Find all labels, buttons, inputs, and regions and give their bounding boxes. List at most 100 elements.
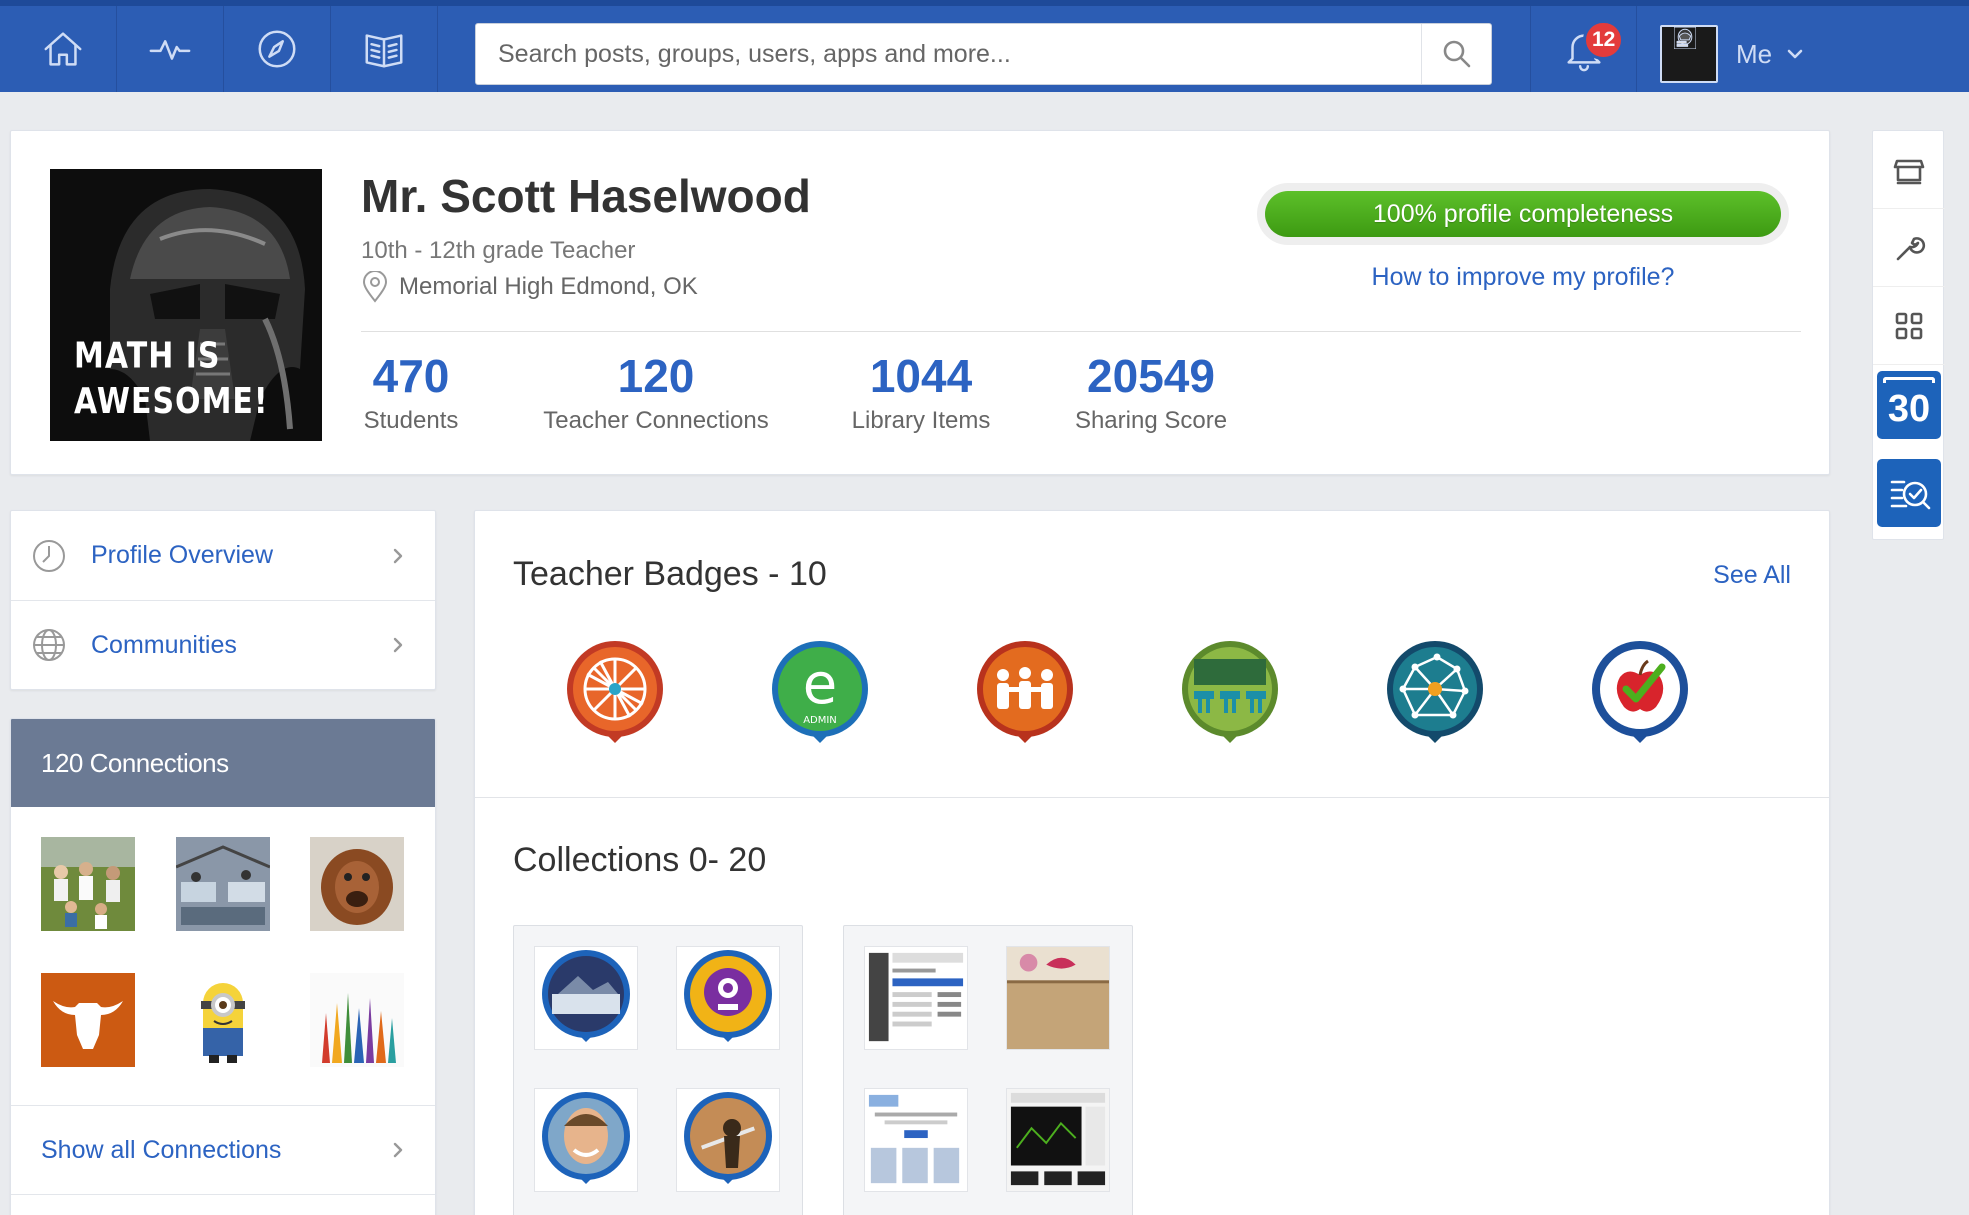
stat-students[interactable]: 470 Students xyxy=(361,349,461,435)
collections-title: Collections 0- 20 xyxy=(513,841,767,879)
profile-card: MATH IS AWESOME! Mr. Scott Haselwood 10t… xyxy=(10,130,1830,475)
admin-badge-text: ADMIN xyxy=(803,715,837,726)
stat-sharing-score[interactable]: 20549 Sharing Score xyxy=(1066,349,1236,435)
picture-caption-line-1: MATH IS xyxy=(74,335,221,378)
profile-divider xyxy=(361,331,1801,332)
profile-location: Memorial High Edmond, OK xyxy=(361,271,698,303)
teacher-badge-classroom-icon[interactable] xyxy=(1180,639,1280,747)
stat-teacher-connections[interactable]: 120 Teacher Connections xyxy=(536,349,776,435)
teacher-badges-label: Teacher Badges xyxy=(513,555,759,593)
library-nav-button[interactable] xyxy=(331,6,438,92)
collection-card[interactable] xyxy=(513,925,803,1215)
picture-caption: MATH IS AWESOME! xyxy=(74,334,269,425)
calendar-day: 30 xyxy=(1887,387,1931,430)
location-text: Memorial High Edmond, OK xyxy=(399,273,698,300)
avatar xyxy=(1660,25,1718,83)
profile-picture[interactable]: MATH IS AWESOME! xyxy=(50,169,322,441)
stat-value: 1044 xyxy=(869,350,973,402)
sidebar-item-label: Profile Overview xyxy=(91,541,273,569)
connection-thumbnail[interactable] xyxy=(41,973,135,1067)
profile-name: Mr. Scott Haselwood xyxy=(361,170,811,222)
stat-value: 470 xyxy=(372,350,450,402)
me-label: Me xyxy=(1736,38,1773,69)
connection-thumbnail[interactable] xyxy=(176,973,270,1067)
library-book-icon xyxy=(365,34,403,68)
stat-label: Students xyxy=(363,407,459,434)
home-nav-button[interactable] xyxy=(10,6,117,92)
see-all-badges-link[interactable]: See All xyxy=(1713,561,1791,590)
store-icon xyxy=(1893,159,1925,184)
collection-card[interactable] xyxy=(843,925,1133,1215)
collection-item[interactable] xyxy=(676,1088,780,1192)
stat-label: Library Items xyxy=(851,407,991,434)
quiz-button[interactable] xyxy=(1877,459,1941,527)
teacher-badge-admin-icon[interactable]: e ADMIN xyxy=(770,639,870,747)
top-nav-bar: 12 Me xyxy=(0,0,1969,92)
collection-item[interactable] xyxy=(1006,1088,1110,1192)
main-content-card: Teacher Badges - 10 See All e ADMIN Coll… xyxy=(474,510,1830,1215)
calendar-icon xyxy=(1883,377,1935,383)
notifications-button[interactable]: 12 xyxy=(1530,6,1637,92)
teacher-badge-people-icon[interactable] xyxy=(975,639,1075,747)
activity-icon xyxy=(149,40,191,60)
connection-thumbnail[interactable] xyxy=(176,837,270,931)
notification-count-badge: 12 xyxy=(1583,20,1625,60)
apps-button[interactable] xyxy=(1873,287,1945,365)
show-all-connections-link[interactable]: Show all Connections xyxy=(11,1105,435,1195)
clock-icon xyxy=(33,539,65,572)
store-button[interactable] xyxy=(1873,131,1945,209)
tool-column: 30 xyxy=(1872,130,1945,540)
teacher-badge-network-icon[interactable] xyxy=(565,639,665,747)
teacher-badges-title: Teacher Badges - 10 xyxy=(513,555,827,594)
stat-label: Sharing Score xyxy=(1074,407,1228,434)
stat-label: Teacher Connections xyxy=(543,407,769,434)
compass-icon xyxy=(258,30,296,68)
teacher-badge-apple-check-icon[interactable] xyxy=(1590,639,1690,747)
search-button[interactable] xyxy=(1421,24,1491,84)
svg-text:e: e xyxy=(803,652,837,717)
search-input[interactable] xyxy=(476,24,1421,84)
apps-grid-icon xyxy=(1895,312,1923,339)
connections-header[interactable]: 120 Connections xyxy=(11,719,435,807)
map-pin-icon xyxy=(362,271,388,303)
collection-item[interactable] xyxy=(1006,946,1110,1050)
globe-icon xyxy=(33,629,65,661)
teacher-badges-count: - 10 xyxy=(758,555,827,593)
stat-value: 20549 xyxy=(1087,350,1215,402)
activity-nav-button[interactable] xyxy=(117,6,224,92)
connections-card: 120 Connections Show all Connections xyxy=(10,718,436,1215)
teacher-badge-community-network-icon[interactable] xyxy=(1385,639,1485,747)
collection-item[interactable] xyxy=(534,1088,638,1192)
picture-caption-line-2: AWESOME! xyxy=(74,380,269,423)
account-menu[interactable]: Me xyxy=(1660,24,1806,84)
chevron-down-icon xyxy=(1787,49,1803,59)
show-all-connections-label: Show all Connections xyxy=(41,1135,282,1164)
connection-thumbnail[interactable] xyxy=(310,973,404,1067)
collection-item[interactable] xyxy=(534,946,638,1050)
sidebar-item-label: Communities xyxy=(91,630,237,659)
calendar-button[interactable]: 30 xyxy=(1877,371,1941,439)
chevron-right-icon xyxy=(393,1142,403,1158)
quiz-search-icon xyxy=(1890,480,1931,510)
search-icon xyxy=(1443,40,1470,68)
collection-item[interactable] xyxy=(864,946,968,1050)
profile-completeness-bar: 100% profile completeness xyxy=(1257,183,1789,245)
chevron-right-icon xyxy=(393,548,403,563)
profile-role: 10th - 12th grade Teacher xyxy=(361,237,636,264)
connection-thumbnail[interactable] xyxy=(41,837,135,931)
stat-library-items[interactable]: 1044 Library Items xyxy=(841,349,1001,435)
discover-nav-button[interactable] xyxy=(224,6,331,92)
sidebar-item-profile-overview[interactable]: Profile Overview xyxy=(11,511,435,600)
collection-item[interactable] xyxy=(676,946,780,1050)
profile-menu: Profile Overview Communities xyxy=(10,510,436,690)
collection-item[interactable] xyxy=(864,1088,968,1192)
sidebar-item-communities[interactable]: Communities xyxy=(11,600,435,689)
search-box xyxy=(475,23,1492,85)
home-icon xyxy=(44,32,82,66)
profile-completeness-fill: 100% profile completeness xyxy=(1265,191,1781,237)
improve-profile-link[interactable]: How to improve my profile? xyxy=(1257,263,1789,292)
connection-thumbnail[interactable] xyxy=(310,837,404,931)
tools-button[interactable] xyxy=(1873,209,1945,287)
stat-value: 120 xyxy=(617,350,695,402)
section-divider xyxy=(475,797,1829,798)
